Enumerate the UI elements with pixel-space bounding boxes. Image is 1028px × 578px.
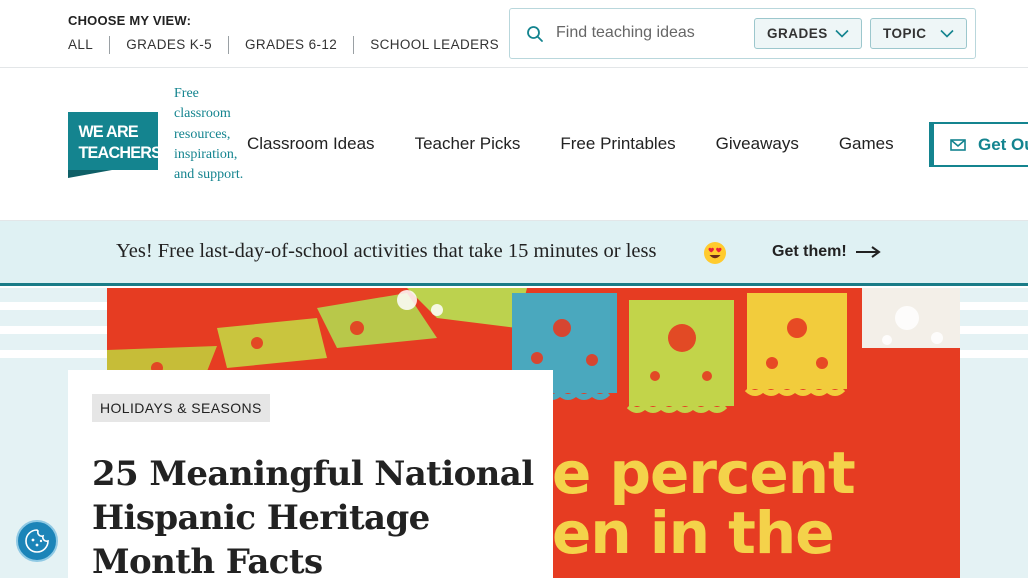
- nav-teacher-picks[interactable]: Teacher Picks: [415, 134, 521, 154]
- search-bar: GRADES TOPIC: [509, 8, 976, 59]
- promo-text: Yes! Free last-day-of-school activities …: [116, 240, 657, 262]
- mail-icon: [950, 138, 966, 151]
- promo-link[interactable]: Get them!: [772, 243, 881, 261]
- promo-banner: Yes! Free last-day-of-school activities …: [0, 221, 1028, 286]
- article-title: 25 Meaningful National Hispanic Heritage…: [92, 454, 534, 578]
- arrow-right-icon: [855, 246, 881, 258]
- chevron-down-icon: [835, 29, 849, 38]
- view-link-grades-k5[interactable]: GRADES K-5: [109, 36, 228, 54]
- hero-image-text-line2: en in the: [552, 499, 834, 567]
- chevron-down-icon: [940, 29, 954, 38]
- search-icon[interactable]: [526, 25, 544, 43]
- nav-giveaways[interactable]: Giveaways: [716, 134, 799, 154]
- cookie-settings-button[interactable]: [16, 520, 58, 562]
- view-link-school-leaders[interactable]: SCHOOL LEADERS: [353, 36, 515, 54]
- logo-text-line2: TEACHERS: [78, 143, 158, 162]
- view-switcher: ALL GRADES K-5 GRADES 6-12 SCHOOL LEADER…: [68, 36, 515, 54]
- top-utility-bar: CHOOSE MY VIEW: ALL GRADES K-5 GRADES 6-…: [0, 0, 1028, 68]
- nav-games[interactable]: Games: [839, 134, 894, 154]
- view-link-all[interactable]: ALL: [68, 36, 109, 54]
- logo-text-line1: WE ARE: [78, 122, 138, 141]
- hero-image-text-line1: e percent: [552, 439, 855, 507]
- site-header: WE ARE TEACHERS Free classroom resources…: [0, 68, 1028, 221]
- category-badge[interactable]: HOLIDAYS & SEASONS: [92, 394, 270, 422]
- topic-dropdown-label: TOPIC: [883, 26, 927, 41]
- newsletter-button-label: Get Our Newsletter: [978, 134, 1028, 154]
- topic-dropdown[interactable]: TOPIC: [870, 18, 967, 49]
- article-card: HOLIDAYS & SEASONS 25 Meaningful Nationa…: [68, 370, 553, 578]
- we-are-teachers-logo[interactable]: WE ARE TEACHERS: [68, 112, 158, 178]
- newsletter-button[interactable]: Get Our Newsletter: [929, 122, 1028, 167]
- choose-view-label: CHOOSE MY VIEW:: [68, 13, 192, 28]
- grades-dropdown-label: GRADES: [767, 26, 828, 41]
- main-nav: Classroom Ideas Teacher Picks Free Print…: [247, 134, 934, 154]
- promo-link-label: Get them!: [772, 243, 847, 260]
- search-input[interactable]: [556, 19, 746, 47]
- cookie-icon: [25, 529, 49, 553]
- grades-dropdown[interactable]: GRADES: [754, 18, 862, 49]
- nav-free-printables[interactable]: Free Printables: [560, 134, 675, 154]
- heart-eyes-emoji-icon: [704, 242, 726, 264]
- view-link-grades-6-12[interactable]: GRADES 6-12: [228, 36, 353, 54]
- nav-classroom-ideas[interactable]: Classroom Ideas: [247, 134, 375, 154]
- site-tagline: Free classroom resources, inspiration, a…: [174, 86, 244, 183]
